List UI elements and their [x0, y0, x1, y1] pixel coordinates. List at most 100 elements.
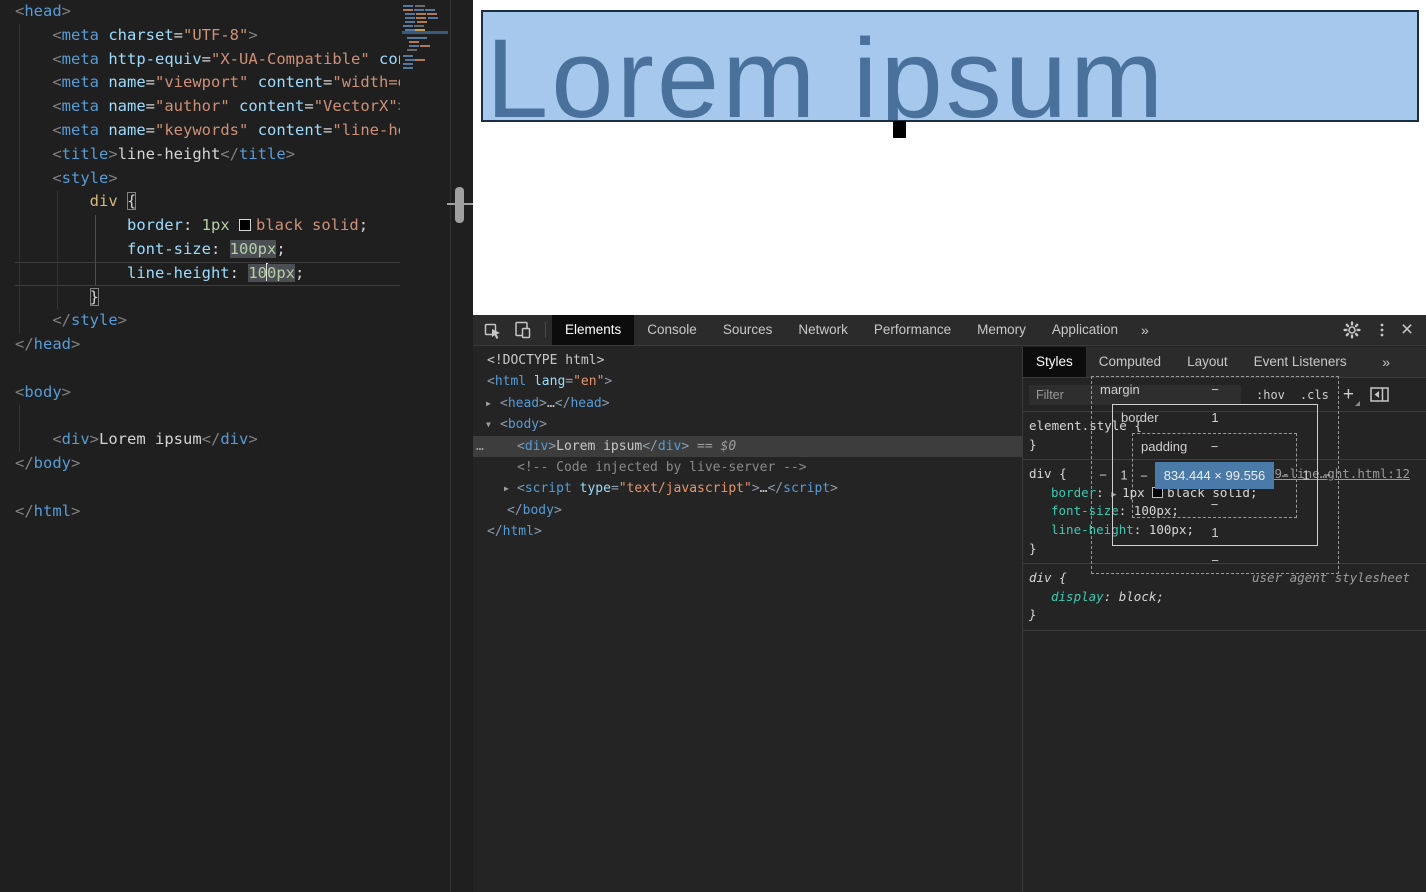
code-line[interactable]: <meta http-equiv="X-UA-Compatible" conte…	[15, 48, 400, 72]
code-editor[interactable]: <head> <meta charset="UTF-8"> <meta http…	[0, 0, 400, 892]
code-segment: >	[108, 168, 118, 187]
close-devtools-button[interactable]: ×	[1392, 319, 1422, 340]
more-sidebar-tabs-button[interactable]: »	[1372, 347, 1400, 377]
code-line[interactable]: div {	[15, 190, 400, 214]
style-rule-line[interactable]: display: block;	[1029, 588, 1426, 607]
code-segment: div	[524, 438, 549, 454]
code-line[interactable]	[15, 405, 400, 429]
dom-tree[interactable]: <!DOCTYPE html> <html lang="en"> ▶ <head>…<…	[473, 347, 1022, 892]
code-line[interactable]: <div>Lorem ipsum</div>	[15, 428, 400, 452]
code-segment: 100px	[229, 239, 277, 258]
margin-top-value[interactable]: −	[1092, 382, 1338, 397]
sidebar-pane-toggle-button[interactable]	[1370, 387, 1389, 402]
margin-left-value[interactable]: −	[1092, 468, 1114, 483]
code-line[interactable]: border: 1px black solid;	[15, 214, 400, 238]
row-ellipsis-gutter[interactable]: …	[476, 436, 484, 457]
code-segment: == $0	[689, 438, 737, 454]
code-line[interactable]	[15, 476, 400, 500]
padding-left-value[interactable]: −	[1133, 468, 1155, 483]
minimap-selection-band	[402, 31, 448, 34]
expanded-arrow-icon[interactable]: ▼	[486, 414, 491, 435]
devtools-menu-button[interactable]	[1372, 320, 1392, 340]
border-right-value[interactable]: 1	[1295, 468, 1317, 483]
dom-tree-row[interactable]: ▶ <script type="text/javascript">…</scrip…	[473, 478, 1022, 499]
code-line[interactable]: <meta name="keywords" content="line-heig…	[15, 119, 400, 143]
code-segment: </	[15, 454, 34, 473]
code-segment: </	[52, 311, 71, 330]
code-line[interactable]: <meta charset="UTF-8">	[15, 24, 400, 48]
code-line[interactable]: <style>	[15, 167, 400, 191]
dom-tree-row[interactable]: </html>	[473, 521, 1022, 542]
code-segment: <	[500, 417, 508, 433]
collapsed-arrow-icon[interactable]: ▶	[486, 393, 491, 414]
box-model-content[interactable]: 834.444 × 99.556	[1155, 462, 1274, 489]
style-rule-section[interactable]: user agent stylesheet div {display: block…	[1023, 564, 1426, 631]
border-top-value[interactable]: 1	[1113, 410, 1317, 425]
code-segment: body	[522, 502, 554, 518]
code-line[interactable]: <body>	[15, 381, 400, 405]
tab-console[interactable]: Console	[634, 315, 710, 345]
code-segment: "keywords"	[155, 120, 249, 139]
box-model-padding[interactable]: padding − − − − 834.444 × 99.556	[1132, 433, 1297, 518]
margin-bottom-value[interactable]: −	[1092, 553, 1338, 568]
code-line[interactable]	[15, 357, 400, 381]
code-line[interactable]: </style>	[15, 309, 400, 333]
code-segment: :	[210, 239, 230, 258]
tab-computed[interactable]: Computed	[1086, 347, 1174, 377]
dom-tree-row[interactable]: … <div>Lorem ipsum</div> == $0	[473, 435, 1022, 457]
code-line[interactable]: <title>line-height</title>	[15, 143, 400, 167]
tab-sources[interactable]: Sources	[710, 315, 786, 345]
padding-bottom-value[interactable]: −	[1133, 497, 1296, 512]
style-rule-line[interactable]: }	[1029, 606, 1426, 625]
code-segment: border	[126, 216, 183, 235]
tab-styles[interactable]: Styles	[1023, 347, 1086, 377]
code-segment: Lorem ipsum	[556, 438, 643, 454]
code-segment: "X-UA-Compatible"	[211, 49, 370, 68]
code-line[interactable]: </html>	[15, 500, 400, 524]
inspect-element-button[interactable]	[483, 320, 503, 340]
code-line[interactable]: <meta name="author" content="VectorX">	[15, 95, 400, 119]
tab-application[interactable]: Application	[1039, 315, 1131, 345]
padding-right-value[interactable]: −	[1274, 468, 1296, 483]
code-segment: </	[642, 438, 658, 454]
box-model-border[interactable]: border 1 1 1 1 padding − − − − 834.444 ×…	[1112, 404, 1318, 546]
tab-elements[interactable]: Elements	[552, 315, 635, 345]
tab-event-listeners[interactable]: Event Listeners	[1241, 347, 1360, 377]
window-resize-handle[interactable]	[455, 187, 464, 223]
styles-sidebar: StylesComputedLayoutEvent Listeners » :h…	[1023, 347, 1426, 892]
border-bottom-value[interactable]: 1	[1113, 525, 1317, 540]
margin-right-value[interactable]: −	[1316, 468, 1338, 483]
code-line[interactable]: line-height: 100px;	[15, 262, 400, 286]
code-segment: >	[248, 430, 258, 449]
tab-memory[interactable]: Memory	[964, 315, 1039, 345]
dom-tree-row[interactable]: ▼ <body>	[473, 414, 1022, 435]
code-line[interactable]: }	[15, 286, 400, 310]
code-segment: <	[52, 97, 62, 116]
dom-tree-row[interactable]: </body>	[473, 500, 1022, 521]
device-toolbar-button[interactable]	[513, 320, 533, 340]
code-line[interactable]: <meta name="viewport" content="width=dev…	[15, 71, 400, 95]
minimap[interactable]	[402, 0, 448, 892]
dom-tree-row[interactable]: <!DOCTYPE html>	[473, 350, 1022, 371]
padding-top-value[interactable]: −	[1133, 439, 1296, 454]
rendered-div-highlight[interactable]: Lorem ipsum	[481, 10, 1419, 122]
code-segment: <!-- Code injected by live-server -->	[517, 459, 807, 475]
dom-tree-row[interactable]: ▶ <head>…</head>	[473, 393, 1022, 414]
code-line[interactable]: font-size: 100px;	[15, 238, 400, 262]
tab-performance[interactable]: Performance	[861, 315, 964, 345]
box-model-margin[interactable]: margin − − − − border 1 1 1 1 padding − …	[1091, 376, 1339, 574]
tab-network[interactable]: Network	[785, 315, 861, 345]
dom-tree-row[interactable]: <html lang="en">	[473, 371, 1022, 392]
collapsed-arrow-icon[interactable]: ▶	[504, 478, 509, 499]
settings-button[interactable]	[1342, 320, 1362, 340]
code-line[interactable]: <head>	[15, 0, 400, 24]
code-segment: :	[1103, 588, 1119, 604]
code-line[interactable]: </head>	[15, 333, 400, 357]
dom-tree-row[interactable]: <!-- Code injected by live-server -->	[473, 457, 1022, 478]
new-style-rule-button[interactable]: +	[1343, 385, 1361, 406]
tab-layout[interactable]: Layout	[1174, 347, 1241, 377]
code-line[interactable]: </body>	[15, 452, 400, 476]
more-tabs-button[interactable]: »	[1131, 315, 1159, 345]
